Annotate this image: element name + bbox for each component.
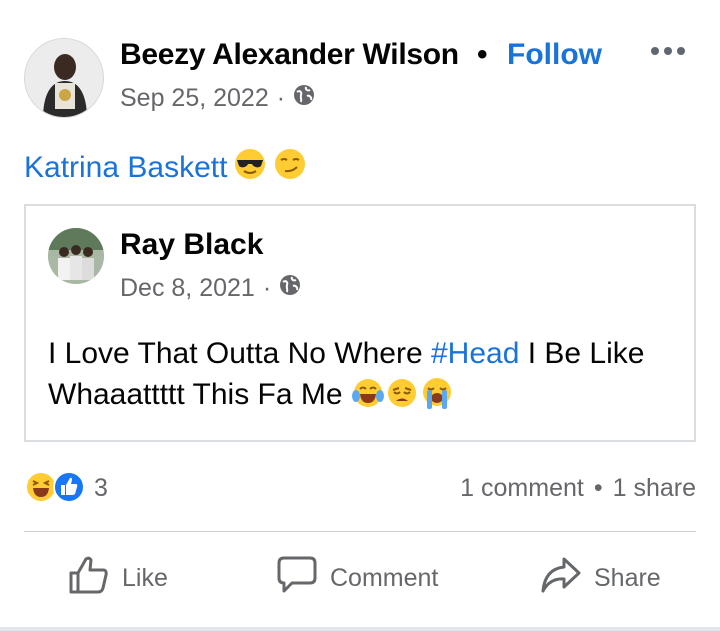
- reaction-count[interactable]: 3: [94, 474, 108, 503]
- meta-separator: ·: [276, 84, 286, 112]
- shared-text-before: I Love That Outta No Where: [48, 337, 431, 370]
- like-button[interactable]: Like: [68, 556, 168, 600]
- loudly-crying-face-icon: [419, 376, 455, 421]
- post-meta: Sep 25, 2022 ·: [120, 84, 315, 113]
- shared-post-date[interactable]: Dec 8, 2021: [120, 274, 255, 303]
- shared-author-name[interactable]: Ray Black: [120, 228, 263, 262]
- post-text: Katrina Baskett: [24, 147, 307, 189]
- more-options-icon[interactable]: [648, 36, 688, 66]
- follow-button[interactable]: Follow: [507, 38, 602, 72]
- share-count[interactable]: 1 share: [613, 474, 696, 503]
- weary-face-icon: [385, 376, 419, 421]
- tears-of-joy-face-icon: [351, 376, 385, 421]
- post-stats: 1 comment • 1 share: [460, 474, 696, 503]
- bottom-divider: [0, 627, 720, 631]
- share-arrow-icon: [540, 555, 582, 602]
- hashtag-link[interactable]: #Head: [431, 337, 519, 370]
- like-reaction-icon: [52, 470, 86, 504]
- speech-bubble-icon: [276, 555, 318, 602]
- tagged-person-link[interactable]: Katrina Baskett: [24, 151, 227, 185]
- author-name[interactable]: Beezy Alexander Wilson: [120, 38, 459, 72]
- comment-count[interactable]: 1 comment: [460, 474, 584, 503]
- author-avatar[interactable]: [24, 38, 104, 118]
- post-date[interactable]: Sep 25, 2022: [120, 84, 269, 113]
- sunglasses-face-icon: [233, 147, 267, 189]
- divider: [24, 531, 696, 532]
- shared-post-meta: Dec 8, 2021 ·: [120, 274, 301, 303]
- shared-post-text: I Love That Outta No Where #Head I Be Li…: [48, 333, 688, 421]
- comment-label: Comment: [330, 563, 439, 592]
- smirking-face-icon: [273, 147, 307, 189]
- share-button[interactable]: Share: [540, 556, 661, 600]
- globe-icon: [279, 274, 301, 303]
- thumbs-up-icon: [68, 555, 110, 602]
- reactions-summary[interactable]: [24, 470, 86, 504]
- comment-button[interactable]: Comment: [276, 556, 438, 600]
- share-label: Share: [594, 563, 661, 592]
- like-label: Like: [122, 563, 168, 592]
- shared-author-avatar[interactable]: [48, 228, 104, 284]
- meta-separator: ·: [262, 274, 272, 302]
- globe-icon: [293, 84, 315, 113]
- header-separator: •: [477, 38, 488, 71]
- stats-separator: •: [593, 474, 603, 502]
